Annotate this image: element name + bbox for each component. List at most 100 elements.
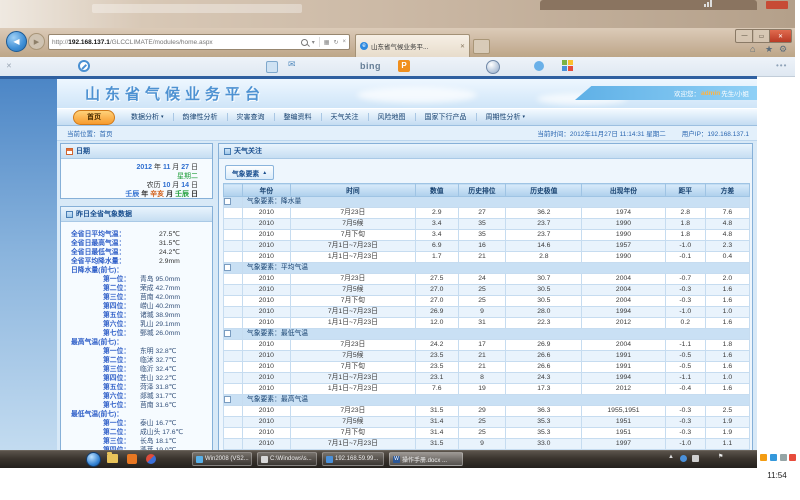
column-header-方差[interactable]: 方差 [705, 184, 749, 197]
toolbar-overflow-icon[interactable]: ••• [776, 61, 787, 70]
search-icon[interactable] [301, 39, 308, 46]
table-row[interactable]: 20101月1日~7月23日7.61917.32012-0.41.6 [224, 384, 750, 395]
column-header-历史排位[interactable]: 历史排位 [458, 184, 506, 197]
taskbar-button-4[interactable]: W操作手册.docx ... [389, 452, 463, 466]
table-row[interactable]: 20107月5候31.42535.31951-0.31.9 [224, 417, 750, 428]
addon-grid-icon[interactable] [562, 60, 573, 71]
nav-item-风险地图[interactable]: 风险地图 [369, 112, 415, 122]
cell-历史排位: 25 [458, 428, 506, 439]
group-row[interactable]: 气象要素：最低气温 [224, 329, 750, 340]
taskbar-button-1[interactable]: Win2008 (VS2... [192, 452, 252, 466]
column-header-历史极值[interactable]: 历史极值 [506, 184, 582, 197]
tray-app-icon[interactable] [692, 455, 699, 462]
weather-line-label: 第六位： [103, 320, 140, 329]
host-tray-icon[interactable] [770, 454, 777, 461]
column-header-时间[interactable]: 时间 [290, 184, 415, 197]
column-header-出现年份[interactable]: 出现年份 [582, 184, 666, 197]
table-row[interactable]: 20107月5候3.43523.719901.84.8 [224, 219, 750, 230]
nav-item-灾害查询[interactable]: 灾害查询 [228, 112, 274, 122]
cell-方差: 1.8 [705, 340, 749, 351]
table-row[interactable]: 20107月下旬27.02530.52004-0.31.6 [224, 296, 750, 307]
taskbar-button-2[interactable]: C:\Windows\s... [257, 452, 317, 466]
group-row[interactable]: 气象要素：降水量 [224, 197, 750, 208]
table-row[interactable]: 20107月1日~7月23日23.1824.31994-1.11.0 [224, 373, 750, 384]
breadcrumb-home-link[interactable]: 首页 [100, 128, 113, 138]
element-filter-button[interactable]: 气象要素 ▲ [225, 165, 274, 180]
new-tab-button[interactable] [473, 39, 490, 54]
host-tray-icon[interactable] [780, 454, 787, 461]
tray-show-hidden-icon[interactable]: ▲ [668, 454, 674, 460]
table-body: 气象要素：降水量20107月23日2.92736.219742.87.62010… [224, 197, 750, 461]
chevron-down-icon[interactable]: ▾ [312, 39, 315, 46]
tab-close-icon[interactable]: ✕ [460, 43, 465, 50]
browser-forward-button[interactable]: ▶ [28, 33, 45, 50]
network-icon[interactable] [704, 0, 713, 7]
addon-blue-icon[interactable] [534, 61, 544, 71]
start-button[interactable] [86, 452, 101, 467]
calendar-panel-header: 日期 [61, 144, 212, 159]
checkbox[interactable] [224, 198, 231, 205]
nav-item-首页[interactable]: 首页 [73, 110, 115, 125]
checkbox[interactable] [224, 396, 231, 403]
host-tray-icon[interactable] [760, 454, 767, 461]
nav-item-天气关注[interactable]: 天气关注 [322, 112, 368, 122]
home-icon[interactable]: ⌂ [750, 44, 755, 54]
browser-tab[interactable]: e 山东省气候业务平... ✕ [355, 34, 470, 57]
table-row[interactable]: 20107月下旬31.42535.31951-0.31.9 [224, 428, 750, 439]
table-row[interactable]: 20107月23日31.52936.31955,1951-0.32.5 [224, 406, 750, 417]
compatibility-icon[interactable]: ▦ [324, 39, 330, 46]
row-checkbox-cell [224, 439, 243, 450]
cell-历史排位: 9 [458, 439, 506, 450]
table-row[interactable]: 20101月1日~7月23日12.03122.320120.21.6 [224, 318, 750, 329]
nav-item-国家下行产品[interactable]: 国家下行产品 [416, 112, 476, 122]
nav-item-整编资料[interactable]: 整编资料 [275, 112, 321, 122]
column-header-距平[interactable]: 距平 [665, 184, 705, 197]
action-center-flag-icon[interactable]: ⚑ [718, 453, 723, 460]
blocked-plugin-icon[interactable] [78, 60, 90, 72]
explorer-folder-icon[interactable] [107, 454, 118, 463]
table-row[interactable]: 20107月23日24.21726.92004-1.11.8 [224, 340, 750, 351]
addon-round-icon[interactable] [486, 60, 500, 74]
nav-item-label: 首页 [87, 112, 101, 122]
nav-item-周期性分析[interactable]: 周期性分析▾ [477, 112, 535, 122]
checkbox[interactable] [224, 330, 231, 337]
browser-back-button[interactable]: ◀ [6, 31, 27, 52]
table-row[interactable]: 20107月下旬3.43523.719901.84.8 [224, 230, 750, 241]
row-checkbox-cell [224, 340, 243, 351]
refresh-icon[interactable]: ↻ [333, 39, 338, 46]
settings-gear-icon[interactable]: ⚙ [779, 44, 787, 54]
column-header-年份[interactable]: 年份 [242, 184, 290, 197]
favorites-star-icon[interactable]: ★ [765, 44, 773, 54]
table-row[interactable]: 20101月1日~7月23日1.7212.81990-0.10.4 [224, 252, 750, 263]
table-row[interactable]: 20107月下旬23.52126.61991-0.51.6 [224, 362, 750, 373]
nav-item-韵律性分析[interactable]: 韵律性分析 [174, 112, 227, 122]
host-tray-icon[interactable] [789, 454, 796, 461]
quicklaunch-browser-icon[interactable] [146, 454, 156, 464]
calendar-body: 2012 年 11 月 27 日 星期二 农历 10 月 14 日 壬辰 年 辛… [61, 159, 212, 199]
table-row[interactable]: 20107月23日2.92736.219742.87.6 [224, 208, 750, 219]
table-row[interactable]: 20107月1日~7月23日6.91614.61957-1.02.3 [224, 241, 750, 252]
addon-orange-icon[interactable]: P [398, 60, 410, 72]
table-row[interactable]: 20107月1日~7月23日31.5933.01997-1.01.1 [224, 439, 750, 450]
nav-item-数据分析[interactable]: 数据分析▾ [122, 112, 173, 122]
table-row[interactable]: 20107月1日~7月23日26.9928.01994-1.01.0 [224, 307, 750, 318]
tray-app-icon[interactable] [680, 455, 687, 462]
window-close-button[interactable]: ✕ [769, 29, 792, 43]
column-header-数值[interactable]: 数值 [415, 184, 458, 197]
addon-cards-icon[interactable] [266, 61, 278, 73]
cell-时间: 7月5候 [290, 417, 415, 428]
group-row[interactable]: 气象要素：平均气温 [224, 263, 750, 274]
group-row[interactable]: 气象要素：最高气温 [224, 395, 750, 406]
calendar-text: 年 [152, 164, 163, 171]
checkbox[interactable] [224, 264, 231, 271]
taskbar-button-3[interactable]: 192.168.59.99... [322, 452, 384, 466]
stop-icon[interactable]: × [342, 39, 346, 45]
address-bar[interactable]: http://192.168.137.1/GLCCLIMATE/modules/… [48, 34, 350, 50]
quicklaunch-app-icon[interactable] [127, 454, 137, 464]
table-row[interactable]: 20107月5候27.02530.52004-0.31.6 [224, 285, 750, 296]
table-row[interactable]: 20107月23日27.52430.72004-0.72.0 [224, 274, 750, 285]
bing-logo[interactable]: bing [360, 61, 381, 71]
mail-icon[interactable]: ✉ [288, 59, 296, 70]
table-row[interactable]: 20107月5候23.52126.61991-0.51.6 [224, 351, 750, 362]
toolbar-close-icon[interactable]: ✕ [6, 62, 12, 70]
